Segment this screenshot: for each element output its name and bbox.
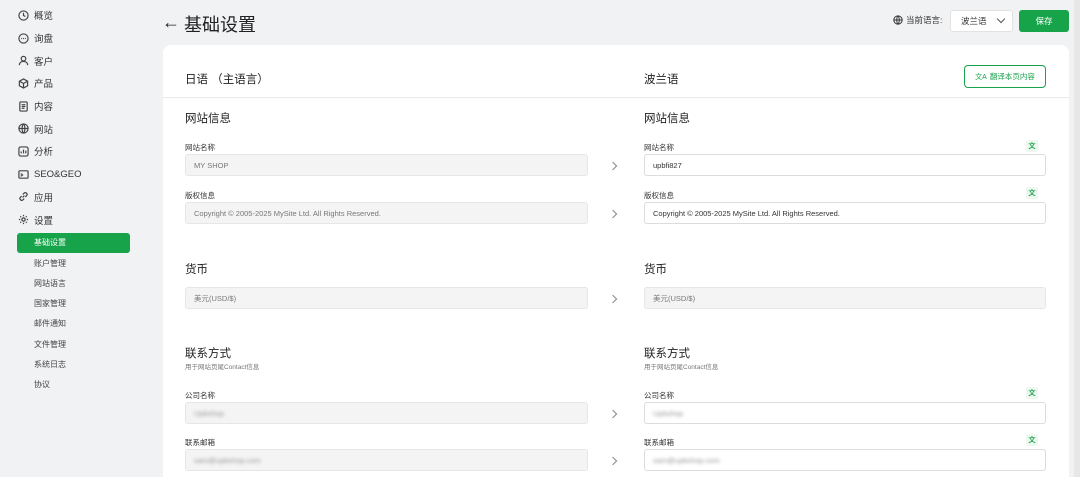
contact-email-label-target: 联系邮箱 (644, 438, 674, 447)
language-select-value: 波兰语 (961, 16, 987, 26)
gear-icon (17, 214, 29, 226)
sidebar-nav: 概览 询盘 客户 产品 内容 网站 分析 SEO&GEO 应用 设置 (0, 0, 150, 231)
copyright-input[interactable]: Copyright © 2005-2025 MySite Ltd. All Ri… (644, 202, 1046, 224)
sidebar-item-label: 应用 (34, 192, 54, 204)
sidebar-item-website[interactable]: 网站 (0, 117, 150, 140)
translate-field-icon[interactable]: 文 (1026, 434, 1038, 446)
page-title: 基础设置 (184, 15, 256, 35)
translate-page-button[interactable]: 文A 翻译本页内容 (964, 65, 1046, 88)
site-name-label-target: 网站名称 (644, 143, 674, 152)
sidebar-item-label: 客户 (34, 56, 54, 68)
translate-field-icon[interactable]: 文 (1026, 187, 1038, 199)
sidebar-item-label: SEO&GEO (34, 168, 82, 180)
clock-icon (17, 9, 29, 21)
sidebar-item-customers[interactable]: 客户 (0, 49, 150, 72)
site-info-title: 网站信息 (185, 113, 231, 125)
subnav-item-account[interactable]: 账户管理 (0, 253, 150, 273)
copy-arrow-icon[interactable] (609, 456, 619, 466)
copyright-label: 版权信息 (185, 191, 215, 200)
subnav-item-email-notify[interactable]: 邮件通知 (0, 314, 150, 334)
contact-email-input-value: sam@upbshop.com (653, 455, 720, 465)
chart-icon (17, 145, 29, 157)
seo-icon (17, 168, 29, 180)
chevron-down-icon (996, 14, 1006, 24)
translate-page-label: 翻译本页内容 (989, 72, 1035, 81)
sidebar-item-label: 概览 (34, 11, 54, 23)
copy-arrow-icon[interactable] (609, 161, 619, 171)
copy-arrow-icon[interactable] (609, 409, 619, 419)
currency-title: 货币 (185, 264, 208, 276)
save-button[interactable]: 保存 (1019, 10, 1069, 32)
subnav-item-files[interactable]: 文件管理 (0, 334, 150, 354)
sidebar-item-label: 分析 (34, 147, 54, 159)
contact-subtitle-target: 用于网站页尾Contact信息 (644, 364, 719, 371)
sidebar-item-label: 内容 (34, 102, 54, 114)
copyright-source: Copyright © 2005-2025 MySite Ltd. All Ri… (185, 202, 588, 224)
company-name-label: 公司名称 (185, 391, 215, 400)
translate-field-icon[interactable]: 文 (1026, 387, 1038, 399)
currency-title-target: 货币 (644, 264, 667, 276)
translate-icon: 文A (975, 73, 987, 81)
sidebar-item-label: 询盘 (34, 34, 54, 46)
sidebar-item-seo[interactable]: SEO&GEO (0, 163, 150, 186)
sidebar-item-apps[interactable]: 应用 (0, 186, 150, 209)
contact-title-target: 联系方式 (644, 348, 690, 360)
subnav-item-countries[interactable]: 国家管理 (0, 293, 150, 313)
sidebar: 概览 询盘 客户 产品 内容 网站 分析 SEO&GEO 应用 设置 基础设置 … (0, 0, 150, 477)
globe-icon (17, 123, 29, 135)
company-name-label-target: 公司名称 (644, 391, 674, 400)
chat-icon (17, 32, 29, 44)
subnav-item-system-log[interactable]: 系统日志 (0, 354, 150, 374)
currency-source: 美元(USD/$) (185, 287, 588, 309)
sidebar-item-inquiries[interactable]: 询盘 (0, 27, 150, 50)
site-info-title-target: 网站信息 (644, 113, 690, 125)
subnav-item-basic-settings[interactable]: 基础设置 (17, 232, 130, 253)
contact-email-input[interactable]: sam@upbshop.com (644, 449, 1046, 471)
contact-email-label: 联系邮箱 (185, 438, 215, 447)
sidebar-item-label: 设置 (34, 215, 54, 227)
contact-email-source-value: sam@upbshop.com (194, 455, 261, 465)
company-name-input-value: Upbshop (653, 408, 684, 418)
settings-card: 日语 （主语言） 波兰语 文A 翻译本页内容 网站信息 网站信息 网站名称 网站… (163, 45, 1069, 477)
language-select[interactable]: 波兰语 (950, 10, 1013, 32)
sidebar-item-analytics[interactable]: 分析 (0, 140, 150, 163)
company-name-source: Upbshop (185, 402, 588, 424)
site-name-input[interactable]: upbfi827 (644, 154, 1046, 176)
sidebar-item-label: 网站 (34, 124, 54, 136)
globe-icon (893, 15, 903, 25)
contact-email-source: sam@upbshop.com (185, 449, 588, 471)
user-icon (17, 55, 29, 67)
contact-subtitle: 用于网站页尾Contact信息 (185, 364, 260, 371)
subnav-item-site-language[interactable]: 网站语言 (0, 273, 150, 293)
current-language-label: 当前语言: (906, 15, 943, 25)
copyright-label-target: 版权信息 (644, 191, 674, 200)
sidebar-item-label: 产品 (34, 79, 54, 91)
translate-field-icon[interactable]: 文 (1026, 140, 1038, 152)
contact-title: 联系方式 (185, 348, 231, 360)
sidebar-item-settings[interactable]: 设置 (0, 208, 150, 231)
settings-subnav: 基础设置 账户管理 网站语言 国家管理 邮件通知 文件管理 系统日志 协议 (0, 232, 150, 395)
company-name-source-value: Upbshop (194, 408, 225, 418)
link-icon (17, 191, 29, 203)
site-name-source: MY SHOP (185, 154, 588, 176)
company-name-input[interactable]: Upbshop (644, 402, 1046, 424)
target-language-title: 波兰语 (644, 74, 679, 86)
copy-arrow-icon[interactable] (609, 209, 619, 219)
back-arrow-icon[interactable]: ← (162, 12, 180, 33)
sidebar-item-overview[interactable]: 概览 (0, 4, 150, 27)
sidebar-item-products[interactable]: 产品 (0, 72, 150, 95)
primary-language-title: 日语 （主语言） (185, 74, 269, 86)
current-language: 当前语言: (893, 14, 942, 26)
currency-target: 美元(USD/$) (644, 287, 1046, 309)
document-icon (17, 100, 29, 112)
subnav-item-agreement[interactable]: 协议 (0, 375, 150, 395)
copy-arrow-icon[interactable] (609, 294, 619, 304)
card-header: 日语 （主语言） 波兰语 文A 翻译本页内容 (163, 45, 1069, 98)
scrollbar[interactable] (1074, 0, 1080, 477)
sidebar-item-content[interactable]: 内容 (0, 95, 150, 118)
box-icon (17, 77, 29, 89)
site-name-label: 网站名称 (185, 143, 215, 152)
